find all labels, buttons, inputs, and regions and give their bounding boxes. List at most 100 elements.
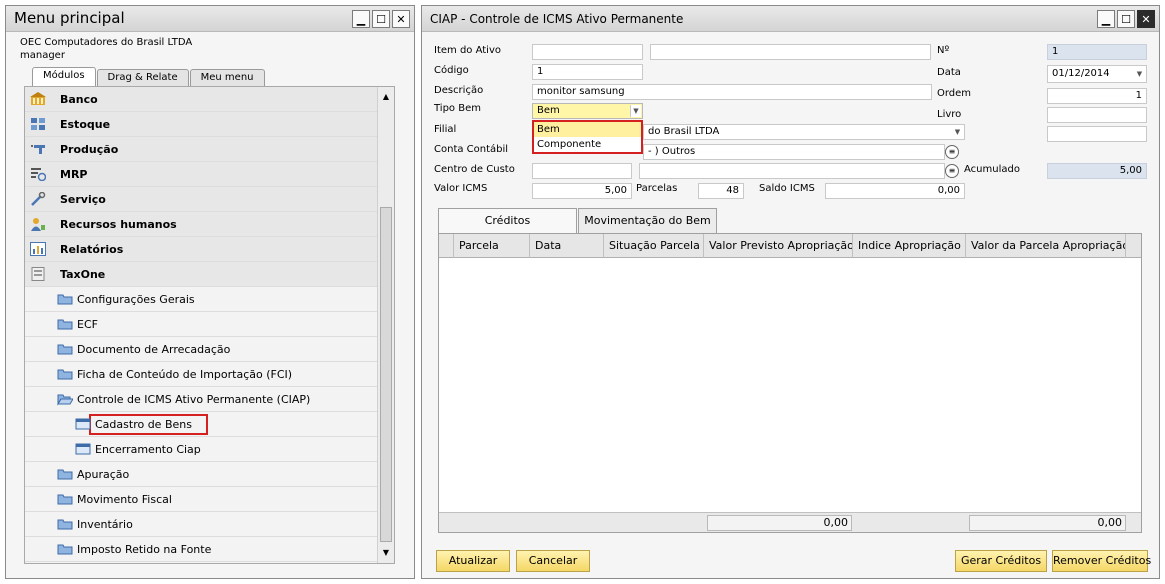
- menu-label: Movimento Fiscal: [77, 493, 172, 506]
- tab-meu-menu[interactable]: Meu menu: [189, 69, 265, 86]
- livro-input[interactable]: [1047, 107, 1147, 123]
- grid-footer: 0,00 0,00: [439, 512, 1141, 532]
- close-button[interactable]: ✕: [1137, 10, 1155, 28]
- option-componente[interactable]: Componente: [534, 137, 641, 152]
- col-parcela[interactable]: Parcela: [453, 234, 529, 258]
- module-label: Relatórios: [60, 243, 124, 256]
- dropdown-arrow-icon[interactable]: ▼: [1134, 68, 1145, 80]
- folder-icon: [57, 294, 73, 305]
- remover-creditos-button[interactable]: Remover Créditos: [1052, 550, 1151, 572]
- menu-documento-arrecadacao[interactable]: Documento de Arrecadação: [25, 337, 378, 362]
- close-button[interactable]: ✕: [392, 10, 410, 28]
- label-livro: Livro: [937, 109, 962, 120]
- module-recursos-humanos[interactable]: Recursos humanos: [25, 212, 378, 237]
- module-banco[interactable]: Banco: [25, 87, 378, 112]
- tipo-bem-dropdown-list: Bem Componente: [532, 120, 643, 154]
- label-ordem: Ordem: [937, 88, 972, 99]
- module-label: Serviço: [60, 193, 106, 206]
- col-valor-previsto[interactable]: Valor Previsto Apropriação: [703, 234, 852, 258]
- module-mrp[interactable]: MRP: [25, 162, 378, 187]
- ordem-input[interactable]: 1: [1047, 88, 1147, 104]
- hr-icon: [31, 218, 45, 231]
- data-input[interactable]: 01/12/2014 ▼: [1047, 65, 1147, 83]
- dropdown-arrow-icon[interactable]: ▼: [630, 105, 641, 117]
- menu-imposto-retido-fonte[interactable]: Imposto Retido na Fonte: [25, 537, 378, 562]
- item-do-ativo-input[interactable]: [532, 44, 643, 60]
- acumulado-field: 5,00: [1047, 163, 1147, 179]
- menu-apuracao[interactable]: Apuração: [25, 462, 378, 487]
- col-situacao-parcela[interactable]: Situação Parcela: [603, 234, 703, 258]
- scroll-down-icon[interactable]: ▼: [379, 546, 393, 560]
- menu-label: Ficha de Conteúdo de Importação (FCI): [77, 368, 293, 381]
- label-conta-contabil: Conta Contábil: [434, 144, 509, 155]
- menu-label: Imposto Retido na Fonte: [77, 543, 212, 556]
- tipo-bem-select[interactable]: Bem ▼: [532, 103, 643, 119]
- col-data[interactable]: Data: [529, 234, 603, 258]
- production-icon: [31, 145, 45, 154]
- filial-select[interactable]: do Brasil LTDA ▼: [643, 124, 965, 140]
- label-numero: Nº: [937, 45, 950, 56]
- tab-modulos[interactable]: Módulos: [32, 67, 96, 86]
- cancelar-button[interactable]: Cancelar: [516, 550, 590, 572]
- menu-label: Controle de ICMS Ativo Permanente (CIAP): [77, 393, 311, 406]
- menu-encerramento-ciap[interactable]: Encerramento Ciap: [25, 437, 378, 462]
- filial-value: do Brasil LTDA: [648, 126, 720, 137]
- valor-icms-input[interactable]: 5,00: [532, 183, 632, 199]
- menu-label: Configurações Gerais: [77, 293, 195, 306]
- menu-controle-icms-ciap[interactable]: Controle de ICMS Ativo Permanente (CIAP): [25, 387, 378, 412]
- menu-ecf[interactable]: ECF: [25, 312, 378, 337]
- codigo-input[interactable]: 1: [532, 64, 643, 80]
- label-codigo: Código: [434, 65, 469, 76]
- minimize-button[interactable]: ▁: [352, 10, 370, 28]
- folder-icon: [57, 469, 73, 480]
- centro-de-custo-desc-input[interactable]: [639, 163, 945, 179]
- menu-cadastro-de-bens[interactable]: Cadastro de Bens: [25, 412, 378, 437]
- module-label: Estoque: [60, 118, 111, 131]
- descricao-input[interactable]: monitor samsung: [532, 84, 932, 100]
- gerar-creditos-button[interactable]: Gerar Créditos: [955, 550, 1047, 572]
- col-indice-apropriacao[interactable]: Indice Apropriação: [852, 234, 965, 258]
- maximize-button[interactable]: ☐: [372, 10, 390, 28]
- tab-movimentacao-do-bem[interactable]: Movimentação do Bem: [578, 208, 717, 233]
- centro-de-custo-input[interactable]: [532, 163, 632, 179]
- atualizar-button[interactable]: Atualizar: [436, 550, 510, 572]
- tab-creditos[interactable]: Créditos: [438, 208, 577, 234]
- item-do-ativo-desc-input[interactable]: [650, 44, 931, 60]
- list-chooser-icon[interactable]: ≡: [945, 145, 959, 159]
- row-selector-header[interactable]: [439, 234, 453, 258]
- scroll-thumb[interactable]: [380, 207, 392, 542]
- extra-input[interactable]: [1047, 126, 1147, 142]
- menu-inventario[interactable]: Inventário: [25, 512, 378, 537]
- dropdown-arrow-icon[interactable]: ▼: [952, 126, 963, 138]
- menu-movimento-fiscal[interactable]: Movimento Fiscal: [25, 487, 378, 512]
- scroll-up-icon[interactable]: ▲: [379, 90, 393, 104]
- menu-configuracoes-gerais[interactable]: Configurações Gerais: [25, 287, 378, 312]
- minimize-button[interactable]: ▁: [1097, 10, 1115, 28]
- bank-icon: [30, 92, 46, 105]
- service-icon: [31, 192, 46, 206]
- module-estoque[interactable]: Estoque: [25, 112, 378, 137]
- folder-icon: [57, 494, 73, 505]
- total-valor-previsto: 0,00: [707, 515, 852, 531]
- option-bem[interactable]: Bem: [534, 122, 641, 137]
- main-menu-titlebar[interactable]: Menu principal ▁ ☐ ✕: [6, 6, 414, 32]
- menu-scrollbar[interactable]: ▲ ▼: [377, 87, 394, 563]
- label-filial: Filial: [434, 124, 457, 135]
- menu-ficha-conteudo-importacao[interactable]: Ficha de Conteúdo de Importação (FCI): [25, 362, 378, 387]
- module-relatorios[interactable]: Relatórios: [25, 237, 378, 262]
- module-taxone[interactable]: TaxOne: [25, 262, 378, 287]
- tab-drag-relate[interactable]: Drag & Relate: [96, 69, 189, 86]
- list-chooser-icon[interactable]: ≡: [945, 164, 959, 178]
- conta-contabil-input[interactable]: - ) Outros: [643, 144, 945, 160]
- folder-icon: [57, 369, 73, 380]
- module-producao[interactable]: Produção: [25, 137, 378, 162]
- col-valor-parcela[interactable]: Valor da Parcela Apropriação: [965, 234, 1125, 258]
- saldo-icms-input[interactable]: 0,00: [825, 183, 965, 199]
- module-servico[interactable]: Serviço: [25, 187, 378, 212]
- parcelas-input[interactable]: 48: [698, 183, 744, 199]
- total-valor-parcela: 0,00: [969, 515, 1126, 531]
- form-icon: [75, 443, 91, 455]
- label-data: Data: [937, 67, 961, 78]
- maximize-button[interactable]: ☐: [1117, 10, 1135, 28]
- ciap-titlebar[interactable]: CIAP - Controle de ICMS Ativo Permanente…: [422, 6, 1159, 32]
